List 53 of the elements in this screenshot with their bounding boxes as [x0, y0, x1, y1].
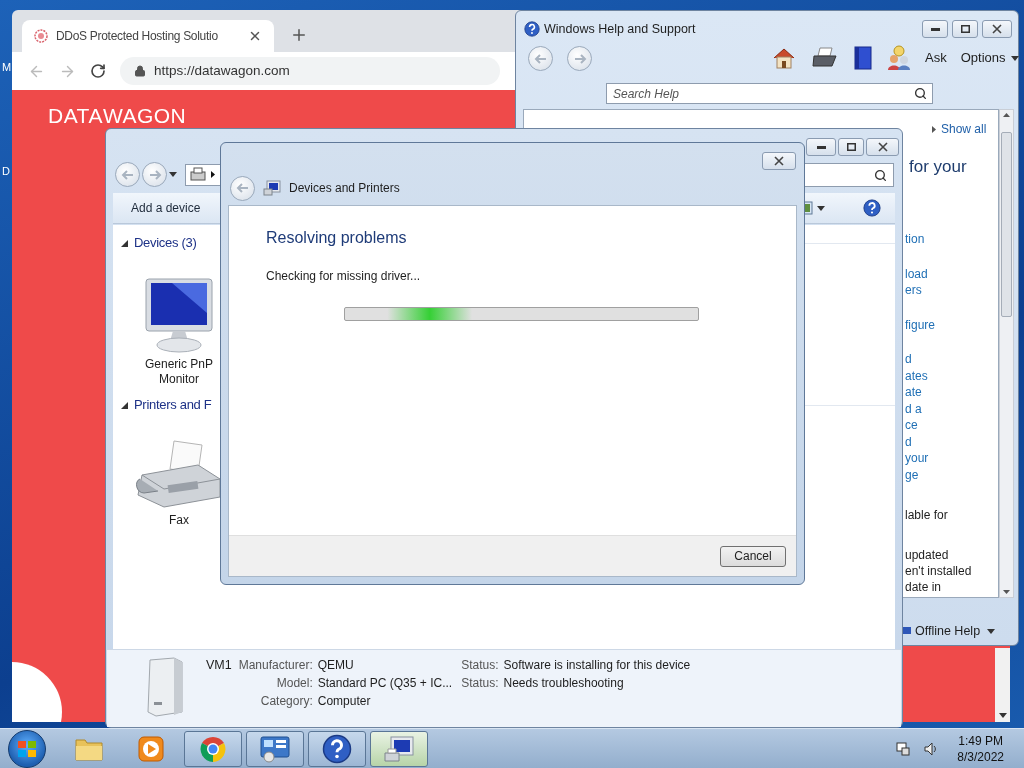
- site-logo[interactable]: DATAWAGON: [48, 105, 187, 127]
- property-label: Model:: [275, 675, 313, 692]
- section-title[interactable]: Devices (3): [134, 233, 197, 253]
- help-text: date in: [905, 579, 943, 595]
- desktop-icon-label[interactable]: M: [2, 59, 12, 76]
- help-text: updated: [905, 547, 950, 563]
- help-text: lable for: [905, 507, 949, 523]
- address-bar[interactable]: https://datawagon.com: [120, 57, 500, 85]
- property-label: Manufacturer:: [238, 657, 313, 674]
- help-link[interactable]: ates: [905, 367, 972, 384]
- window-title: Windows Help and Support: [544, 21, 696, 38]
- help-heading: for your: [909, 156, 967, 178]
- help-link[interactable]: d a: [905, 400, 972, 417]
- clock[interactable]: 1:49 PM 8/3/2022: [957, 732, 1004, 765]
- device-label[interactable]: Generic PnP Monitor: [134, 357, 224, 387]
- help-link[interactable]: figure: [905, 316, 972, 333]
- add-device-button[interactable]: Add a device: [125, 196, 207, 220]
- help-link[interactable]: d: [905, 433, 972, 450]
- property-label: Category:: [259, 693, 313, 710]
- clock-date: 8/3/2022: [957, 748, 1004, 765]
- property-value: Standard PC (Q35 + IC...: [317, 675, 453, 692]
- ask-button[interactable]: Ask: [925, 48, 947, 68]
- device-label[interactable]: Fax: [169, 513, 189, 528]
- desktop-icon-label[interactable]: D: [2, 163, 10, 180]
- clock-time: 1:49 PM: [958, 732, 1003, 749]
- help-link[interactable]: your: [905, 450, 972, 467]
- device-name: VM1: [206, 657, 232, 674]
- help-link[interactable]: ate: [905, 384, 972, 401]
- help-link[interactable]: load: [905, 265, 972, 282]
- status-label: Status:: [461, 657, 499, 674]
- help-link[interactable]: d: [905, 351, 972, 368]
- property-value: QEMU: [317, 657, 355, 674]
- help-link[interactable]: ce: [905, 417, 972, 434]
- property-value: Computer: [317, 693, 372, 710]
- section-title[interactable]: Printers and F: [134, 395, 212, 415]
- dialog-title: Devices and Printers: [289, 180, 400, 197]
- search-field[interactable]: Search Help: [606, 83, 933, 104]
- help-link[interactable]: ge: [905, 466, 972, 483]
- help-text: en't installed: [905, 563, 972, 579]
- status-message: Checking for missing driver...: [266, 268, 422, 285]
- show-all-link[interactable]: Show all: [941, 120, 987, 138]
- status-value: Software is installing for this device: [503, 657, 691, 674]
- help-link[interactable]: ers: [905, 282, 972, 299]
- options-button[interactable]: Options: [960, 48, 1020, 68]
- browser-tab[interactable]: DDoS Protected Hosting Solutio: [22, 20, 274, 52]
- status-value: Needs troubleshooting: [503, 675, 625, 692]
- url-text: https://datawagon.com: [154, 61, 290, 80]
- status-label: Status:: [461, 675, 499, 692]
- cancel-button[interactable]: Cancel: [720, 545, 786, 567]
- dialog-heading: Resolving problems: [266, 228, 408, 248]
- offline-help-button[interactable]: Offline Help: [915, 622, 996, 641]
- tab-title: DDoS Protected Hosting Solutio: [56, 28, 219, 45]
- help-link[interactable]: tion: [905, 231, 972, 248]
